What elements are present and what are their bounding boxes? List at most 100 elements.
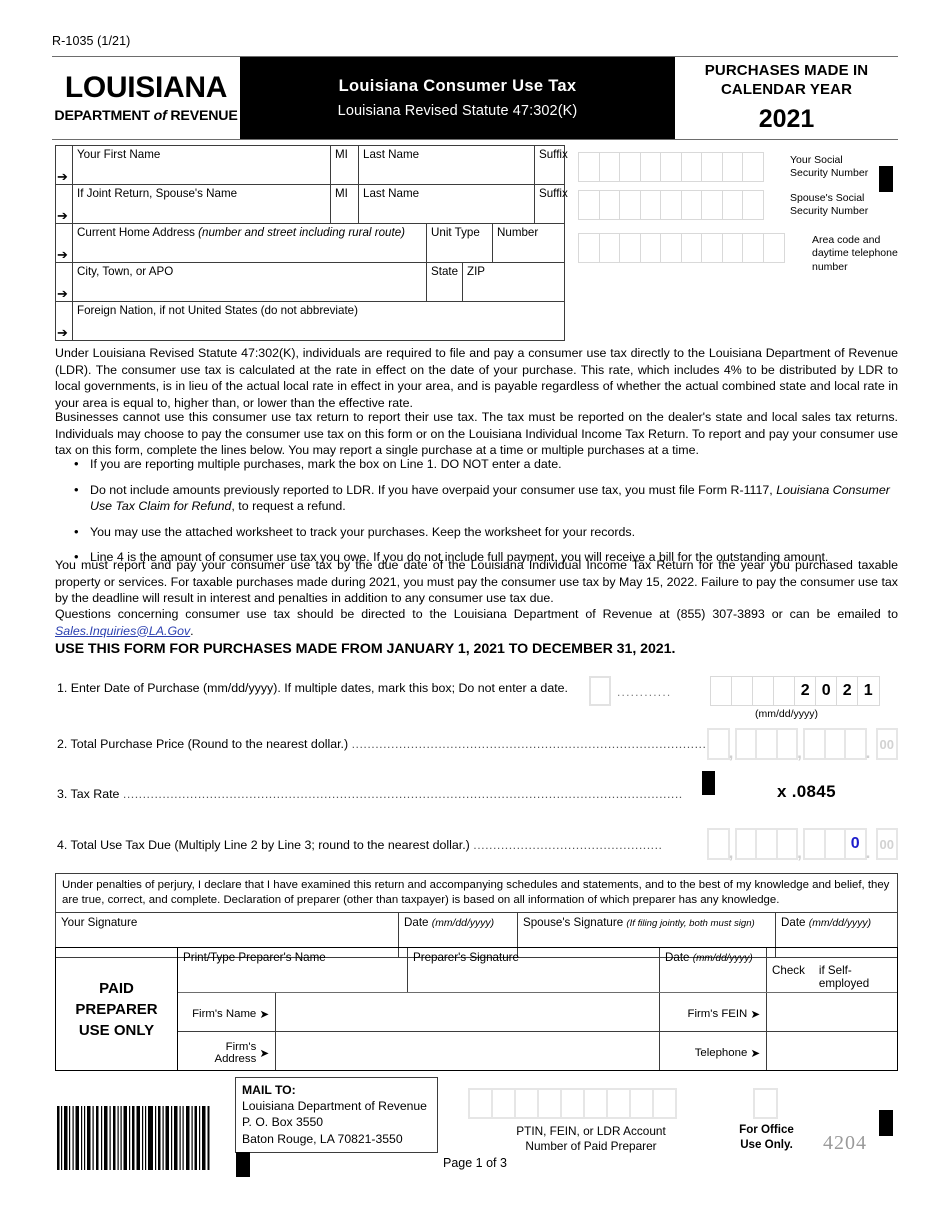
date-cell[interactable] — [710, 676, 733, 706]
input-cell[interactable] — [660, 190, 682, 220]
input-cell[interactable] — [701, 233, 723, 263]
date-cell-prefilled[interactable]: 0 — [815, 676, 838, 706]
date-cell-prefilled[interactable]: 1 — [857, 676, 880, 706]
mail-to-line: Louisiana Department of Revenue — [242, 1099, 427, 1114]
money-cell[interactable] — [707, 728, 730, 760]
line4-value-cell[interactable]: 0 — [844, 828, 867, 860]
input-cell[interactable] — [578, 152, 600, 182]
firms-fein-field[interactable] — [767, 993, 897, 1031]
input-cell[interactable] — [762, 233, 785, 263]
line4-amount-input[interactable]: , , 0 . 00 — [707, 828, 898, 862]
input-cell[interactable] — [619, 152, 641, 182]
date-cell[interactable] — [773, 676, 796, 706]
input-cell[interactable] — [680, 152, 703, 182]
phone-input[interactable] — [578, 233, 785, 263]
ptin-fein-input[interactable] — [468, 1088, 677, 1119]
input-cell[interactable] — [578, 233, 600, 263]
suffix-field[interactable]: Suffix — [535, 146, 568, 184]
input-cell[interactable] — [468, 1088, 493, 1119]
money-cell[interactable] — [823, 728, 846, 760]
date-cell-prefilled[interactable]: 2 — [794, 676, 817, 706]
input-cell[interactable] — [491, 1088, 516, 1119]
line1-multiple-dates-checkbox[interactable] — [589, 676, 611, 706]
input-cell[interactable] — [578, 190, 600, 220]
header-title-band: Louisiana Consumer Use Tax Louisiana Rev… — [240, 57, 675, 139]
firms-address-field[interactable] — [276, 1032, 660, 1070]
input-cell[interactable] — [721, 152, 744, 182]
money-cell[interactable] — [707, 828, 730, 860]
unit-number-field[interactable]: Number — [493, 224, 564, 262]
input-cell[interactable] — [742, 152, 764, 182]
input-cell[interactable] — [639, 190, 662, 220]
money-cell[interactable] — [775, 728, 798, 760]
money-cell[interactable] — [734, 828, 757, 860]
input-cell[interactable] — [639, 152, 662, 182]
sales-inquiries-email-link[interactable]: Sales.Inquiries@LA.Gov — [55, 624, 190, 638]
money-cell[interactable] — [734, 728, 757, 760]
line1-format-hint: (mm/dd/yyyy) — [755, 708, 818, 720]
money-cell[interactable] — [823, 828, 846, 860]
input-cell[interactable] — [619, 233, 641, 263]
line1-date-input[interactable]: 2021 — [710, 676, 880, 706]
input-cell[interactable] — [701, 152, 723, 182]
input-cell[interactable] — [598, 233, 621, 263]
input-cell[interactable] — [721, 190, 744, 220]
line2-amount-input[interactable]: , , . 00 — [707, 728, 898, 762]
preparer-signature-field[interactable]: Preparer's Signature — [408, 948, 660, 992]
date-cell[interactable] — [752, 676, 775, 706]
paid-preparer-block: PAID PREPARER USE ONLY Print/Type Prepar… — [55, 947, 898, 1071]
input-cell[interactable] — [598, 190, 621, 220]
preparer-print-name-field[interactable]: Print/Type Preparer's Name — [178, 948, 408, 992]
input-cell[interactable] — [742, 190, 764, 220]
money-cell[interactable] — [803, 728, 826, 760]
input-cell[interactable] — [742, 233, 764, 263]
preparer-date-field[interactable]: Date (mm/dd/yyyy) — [660, 948, 767, 992]
input-cell[interactable] — [680, 190, 703, 220]
input-cell[interactable] — [652, 1088, 677, 1119]
spouse-suffix-field[interactable]: Suffix — [535, 185, 568, 223]
mi-field[interactable]: MI — [331, 146, 359, 184]
date-cell-prefilled[interactable]: 2 — [836, 676, 859, 706]
money-cell[interactable] — [755, 728, 778, 760]
spouse-ssn-input[interactable] — [578, 190, 764, 220]
home-address-field[interactable]: Current Home Address (number and street … — [73, 224, 427, 262]
input-cell[interactable] — [629, 1088, 654, 1119]
input-cell[interactable] — [680, 233, 703, 263]
input-cell[interactable] — [721, 233, 744, 263]
money-cell[interactable] — [803, 828, 826, 860]
perjury-statement: Under penalties of perjury, I declare th… — [56, 874, 897, 913]
input-cell[interactable] — [660, 152, 682, 182]
zip-field[interactable]: ZIP — [463, 263, 564, 301]
your-ssn-input[interactable] — [578, 152, 764, 182]
input-cell[interactable] — [537, 1088, 562, 1119]
input-cell[interactable] — [598, 152, 621, 182]
input-cell[interactable] — [514, 1088, 539, 1119]
input-cell[interactable] — [619, 190, 641, 220]
your-ssn-group: Your Social Security Number — [578, 152, 868, 182]
telephone-field[interactable] — [767, 1032, 897, 1070]
input-cell[interactable] — [560, 1088, 585, 1119]
state-field[interactable]: State — [427, 263, 463, 301]
your-first-name-field[interactable]: Your First Name — [73, 146, 331, 184]
firms-name-field[interactable] — [276, 993, 660, 1031]
self-employed-check-cell[interactable]: Check if Self-employed — [767, 948, 897, 992]
spouse-last-name-field[interactable]: Last Name — [359, 185, 535, 223]
money-cell[interactable] — [755, 828, 778, 860]
unit-type-field[interactable]: Unit Type — [427, 224, 493, 262]
spouse-name-field[interactable]: If Joint Return, Spouse's Name — [73, 185, 331, 223]
money-cell[interactable] — [844, 728, 867, 760]
input-cell[interactable] — [583, 1088, 608, 1119]
spouse-mi-field[interactable]: MI — [331, 185, 359, 223]
input-cell[interactable] — [701, 190, 723, 220]
money-cell[interactable] — [775, 828, 798, 860]
city-field[interactable]: City, Town, or APO — [73, 263, 427, 301]
foreign-nation-field[interactable]: Foreign Nation, if not United States (do… — [73, 302, 564, 340]
last-name-field[interactable]: Last Name — [359, 146, 535, 184]
input-cell[interactable] — [639, 233, 662, 263]
comma-separator: , — [797, 842, 802, 862]
for-office-use-checkbox[interactable] — [753, 1088, 778, 1119]
date-cell[interactable] — [731, 676, 754, 706]
input-cell[interactable] — [606, 1088, 631, 1119]
decimal-separator: . — [865, 742, 871, 762]
input-cell[interactable] — [660, 233, 682, 263]
